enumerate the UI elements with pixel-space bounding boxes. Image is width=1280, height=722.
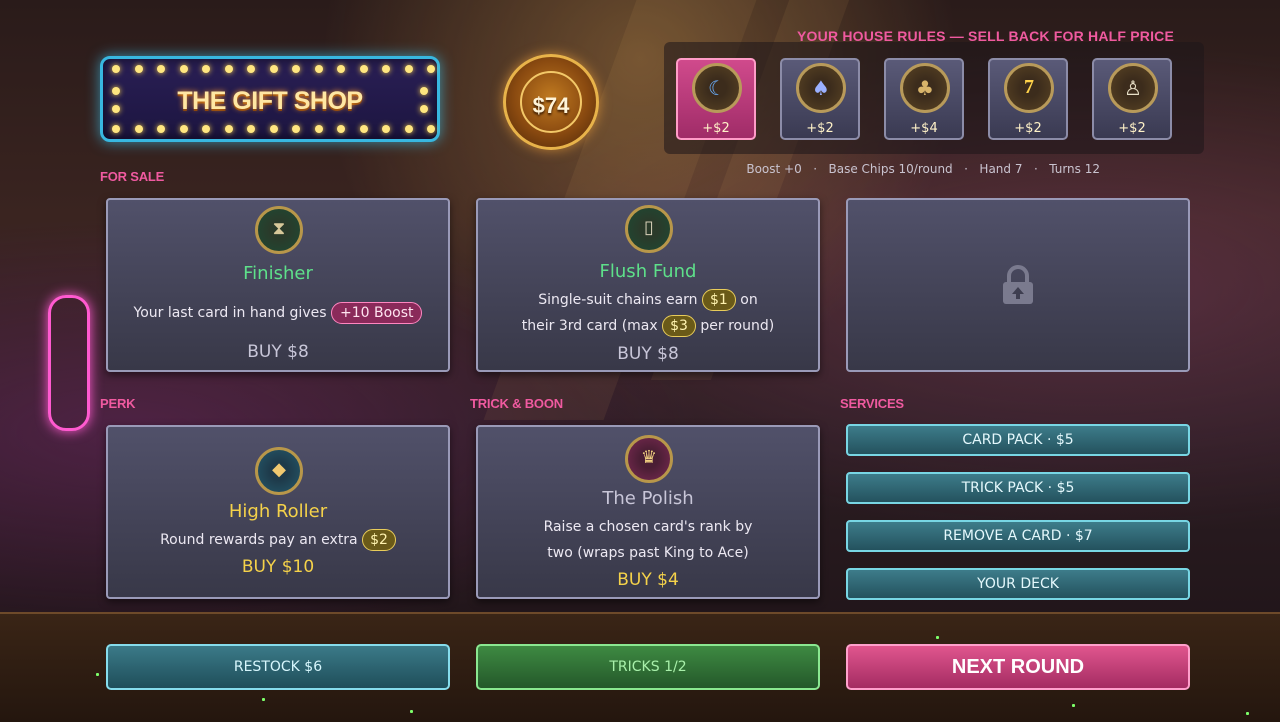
marquee-bulb xyxy=(224,65,233,73)
marquee-bulb xyxy=(404,65,413,73)
marquee-bulb xyxy=(359,65,368,73)
money-badge: $3 xyxy=(662,315,696,337)
house-rule-card-3[interactable]: ♣ +$4 xyxy=(884,58,964,140)
house-rule-price: +$2 xyxy=(1014,121,1042,136)
marquee-bulb xyxy=(134,125,143,133)
house-rule-card-2[interactable]: ♠ +$2 xyxy=(780,58,860,140)
house-rule-card-5[interactable]: ♙ +$2 xyxy=(1092,58,1172,140)
marquee-bulb xyxy=(269,65,278,73)
house-rule-price: +$2 xyxy=(702,121,730,136)
section-label-services: SERVICES xyxy=(840,396,904,411)
shop-title: THE GIFT SHOP xyxy=(177,87,363,115)
card-description: Round rewards pay an extra $2 xyxy=(108,527,448,553)
spade-chip-icon: ♠ xyxy=(796,63,846,113)
buy-price[interactable]: BUY $8 xyxy=(108,342,448,362)
marquee-bulb xyxy=(112,125,120,133)
house-rule-card-1[interactable]: ☾ +$2 xyxy=(676,58,756,140)
service-trick-pack-button[interactable]: TRICK PACK · $5 xyxy=(846,472,1190,504)
seven-chip-icon: 7 xyxy=(1004,63,1054,113)
buy-price[interactable]: BUY $10 xyxy=(108,557,448,577)
money-bag-counter: $74 xyxy=(503,54,599,150)
card-description: Your last card in hand gives +10 Boost xyxy=(108,300,448,326)
card-title: Flush Fund xyxy=(599,261,697,282)
stat-turns: Turns 12 xyxy=(1049,162,1100,176)
marquee-bulb xyxy=(202,65,210,73)
marquee-bulb xyxy=(247,125,255,133)
marquee-bulb xyxy=(247,65,255,73)
money-amount: $74 xyxy=(532,93,570,118)
boost-badge: +10 Boost xyxy=(330,302,423,324)
section-label-trick-boon: TRICK & BOON xyxy=(470,396,563,411)
shop-card-finisher[interactable]: ⧗ Finisher Your last card in hand gives … xyxy=(106,198,450,372)
card-title: The Polish xyxy=(602,488,694,509)
marquee-bulb xyxy=(112,105,120,113)
house-rule-price: +$2 xyxy=(806,121,834,136)
house-rule-card-4[interactable]: 7 +$2 xyxy=(988,58,1068,140)
house-rules-title: YOUR HOUSE RULES — SELL BACK FOR HALF PR… xyxy=(797,28,1175,44)
run-stats: Boost +0 · Base Chips 10/round · Hand 7 … xyxy=(746,162,1100,176)
lock-icon xyxy=(1003,265,1033,304)
section-label-for-sale: FOR SALE xyxy=(100,169,165,184)
house-rule-price: +$2 xyxy=(1118,121,1146,136)
lamp-chip-icon: ♙ xyxy=(1108,63,1158,113)
marquee-bulb xyxy=(157,65,165,73)
next-round-button[interactable]: NEXT ROUND xyxy=(846,644,1190,690)
gem-chip-icon: ◆ xyxy=(255,447,303,495)
marquee-bulb xyxy=(420,105,428,113)
marquee-bulb xyxy=(179,125,188,133)
marquee-bulb xyxy=(359,125,368,133)
shop-card-flush-fund[interactable]: ▯ Flush Fund Single-suit chains earn $1 … xyxy=(476,198,820,372)
marquee-bulb xyxy=(292,65,300,73)
marquee-bulb xyxy=(112,65,120,73)
money-badge: $2 xyxy=(362,529,396,551)
card-description: Single-suit chains earn $1 on xyxy=(478,287,818,313)
marquee-bulb xyxy=(420,87,428,95)
hourglass-chip-icon: ⧗ xyxy=(255,206,303,254)
marquee-bulb xyxy=(112,87,120,95)
shop-card-high-roller[interactable]: ◆ High Roller Round rewards pay an extra… xyxy=(106,425,450,599)
marquee-bulb xyxy=(382,125,390,133)
tricks-button[interactable]: TRICKS 1/2 xyxy=(476,644,820,690)
marquee-bulb xyxy=(179,65,188,73)
service-card-pack-button[interactable]: CARD PACK · $5 xyxy=(846,424,1190,456)
marquee-bulb xyxy=(269,125,278,133)
card-title: Finisher xyxy=(243,263,313,284)
marquee-bulb xyxy=(404,125,413,133)
marquee-bulb xyxy=(337,125,345,133)
marquee-bulb xyxy=(202,125,210,133)
stat-hand: Hand 7 xyxy=(979,162,1023,176)
stat-base-chips: Base Chips 10/round xyxy=(828,162,953,176)
card-title: High Roller xyxy=(228,501,328,522)
shop-card-locked xyxy=(846,198,1190,372)
marquee-bulb xyxy=(427,65,435,73)
club-chip-icon: ♣ xyxy=(900,63,950,113)
restock-button[interactable]: RESTOCK $6 xyxy=(106,644,450,690)
marquee-bulb xyxy=(224,125,233,133)
stat-boost: Boost +0 xyxy=(746,162,802,176)
shop-card-the-polish[interactable]: ♛ The Polish Raise a chosen card's rank … xyxy=(476,425,820,599)
crown-chip-icon: ♛ xyxy=(625,435,673,483)
card-description-line-2: two (wraps past King to Ace) xyxy=(547,545,749,561)
service-remove-card-button[interactable]: REMOVE A CARD · $7 xyxy=(846,520,1190,552)
marquee-bulb xyxy=(157,125,165,133)
marquee-bulb xyxy=(314,125,323,133)
money-badge: $1 xyxy=(702,289,736,311)
marquee-bulb xyxy=(382,65,390,73)
marquee-bulb xyxy=(337,65,345,73)
section-label-perk: PERK xyxy=(100,396,136,411)
card-description: Raise a chosen card's rank by xyxy=(543,519,753,535)
card-description-line-2: their 3rd card (max $3 per round) xyxy=(478,313,818,339)
moon-chip-icon: ☾ xyxy=(692,63,742,113)
marquee-bulb xyxy=(314,65,323,73)
house-rule-price: +$4 xyxy=(910,121,938,136)
card-chip-icon: ▯ xyxy=(625,205,673,253)
your-deck-button[interactable]: YOUR DECK xyxy=(846,568,1190,600)
buy-price[interactable]: BUY $8 xyxy=(478,344,818,364)
neon-crystal-decoration xyxy=(48,295,90,431)
marquee-bulb xyxy=(427,125,435,133)
shop-title-sign: THE GIFT SHOP xyxy=(100,56,440,142)
marquee-bulb xyxy=(292,125,300,133)
marquee-bulb xyxy=(134,65,143,73)
buy-price[interactable]: BUY $4 xyxy=(478,570,818,590)
